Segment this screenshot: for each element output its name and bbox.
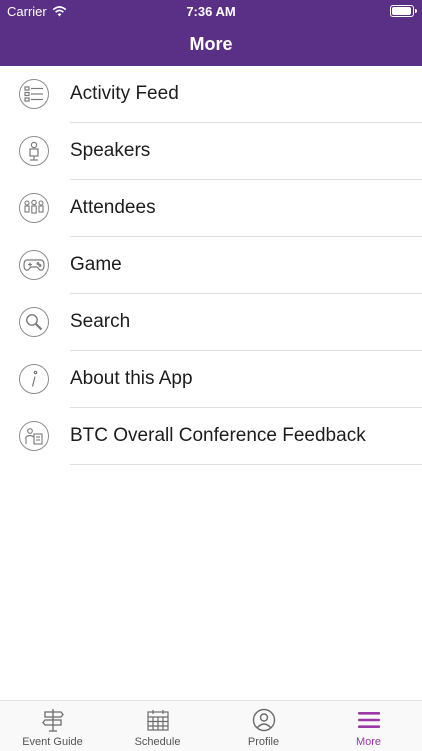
page-title: More [189,34,233,54]
menu-item-search[interactable]: Search [0,294,422,351]
attendees-icon [19,193,49,223]
profile-icon [252,708,276,732]
tab-label: Profile [247,736,280,748]
menu-item-label: About this App [70,368,193,389]
menu-item-attendees[interactable]: Attendees [0,180,422,237]
tab-bar: Event Guide Schedule Profile More [0,700,422,751]
more-menu-list: Activity Feed Speakers Attendees Game Se… [0,66,422,465]
info-icon [19,364,49,394]
menu-item-label: Activity Feed [70,83,179,104]
tab-label: Event Guide [22,736,83,748]
tab-profile[interactable]: Profile [211,701,316,751]
menu-item-label: BTC Overall Conference Feedback [70,425,366,446]
divider [70,464,422,465]
speaker-icon [19,136,49,166]
menu-item-activity-feed[interactable]: Activity Feed [0,66,422,123]
battery-icon [390,5,417,17]
feedback-icon [19,421,49,451]
menu-item-label: Speakers [70,140,151,161]
activity-feed-icon [19,79,49,109]
search-icon [19,307,49,337]
tab-event-guide[interactable]: Event Guide [0,701,105,751]
clock: 7:36 AM [186,4,236,19]
game-controller-icon [19,250,49,280]
status-bar: Carrier 7:36 AM [0,0,422,22]
tab-more[interactable]: More [316,701,421,751]
calendar-icon [146,708,170,732]
nav-header: Carrier 7:36 AM More [0,0,422,66]
menu-item-game[interactable]: Game [0,237,422,294]
tab-label: Schedule [134,736,181,748]
menu-item-label: Game [70,254,122,275]
tab-schedule[interactable]: Schedule [105,701,210,751]
signpost-icon [41,708,65,732]
menu-item-label: Attendees [70,197,156,218]
hamburger-menu-icon [357,708,381,732]
menu-item-conference-feedback[interactable]: BTC Overall Conference Feedback [0,408,422,465]
tab-label: More [355,736,382,748]
menu-item-about[interactable]: About this App [0,351,422,408]
menu-item-speakers[interactable]: Speakers [0,123,422,180]
menu-item-label: Search [70,311,131,332]
